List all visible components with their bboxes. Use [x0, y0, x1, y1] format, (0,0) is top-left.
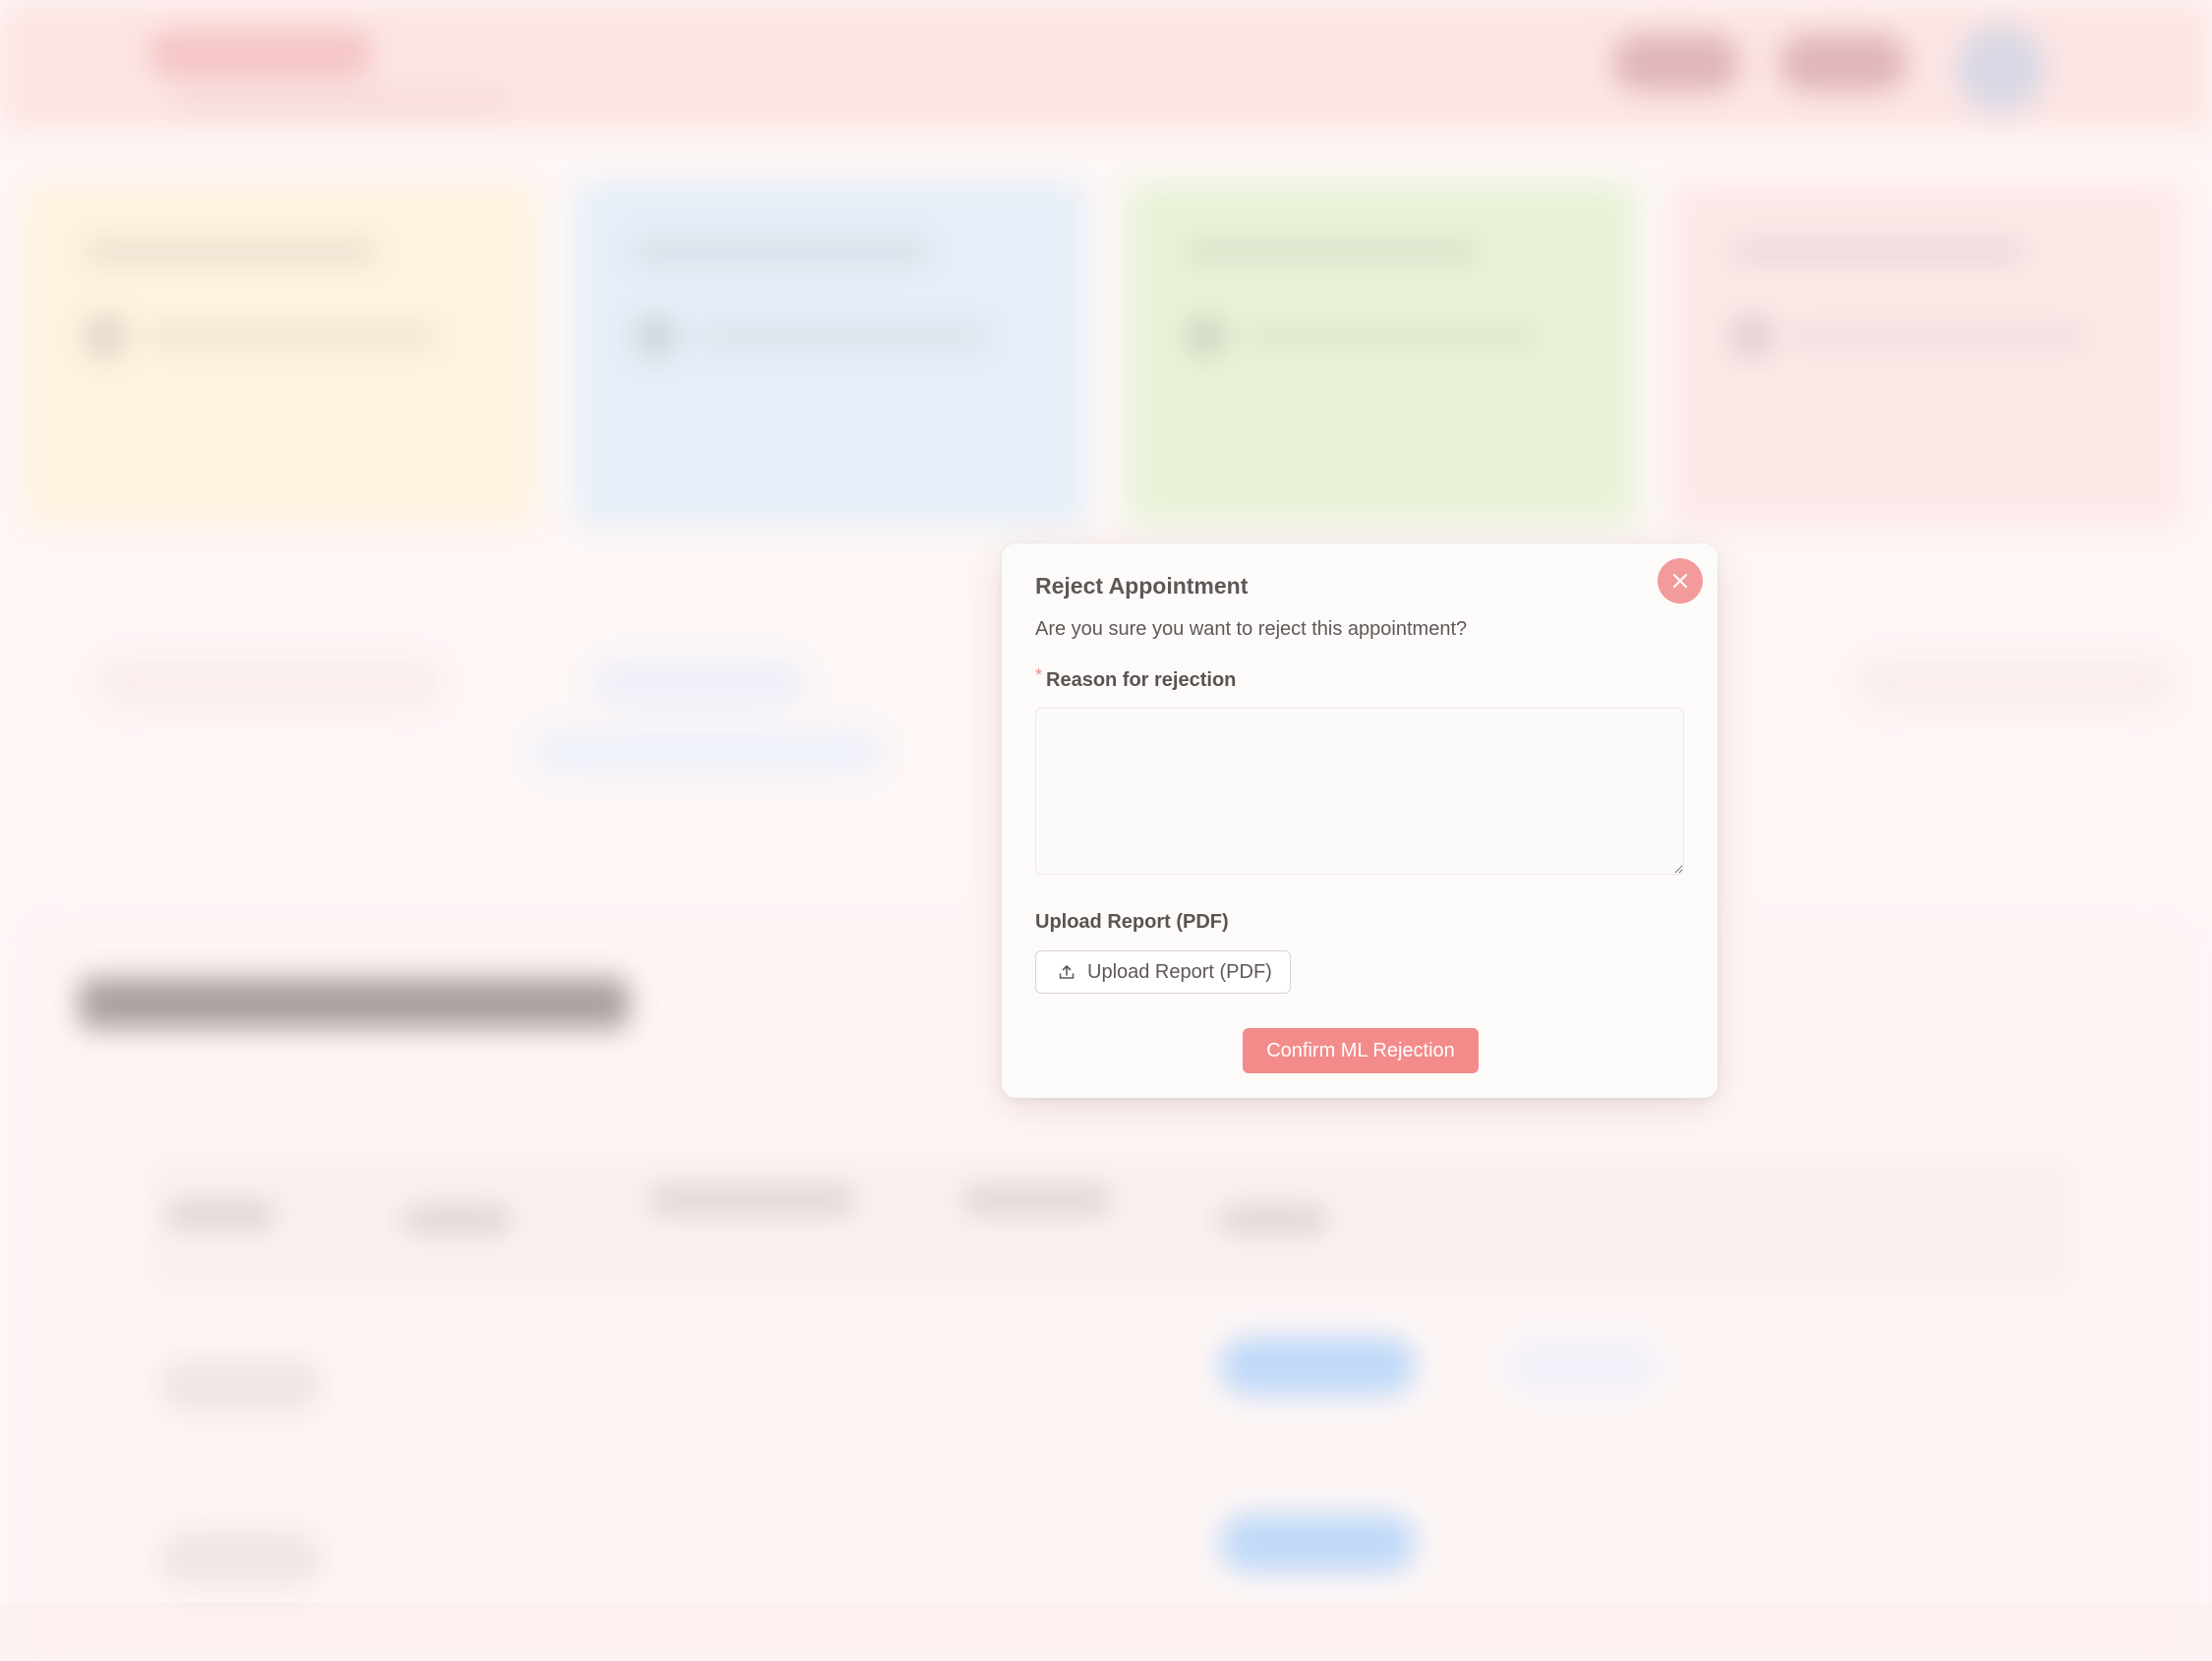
upload-button-label: Upload Report (PDF)	[1087, 960, 1272, 983]
required-marker: *	[1035, 665, 1043, 685]
reason-label: Reason for rejection	[1046, 669, 1237, 691]
upload-report-label: Upload Report (PDF)	[1035, 911, 1229, 933]
upload-report-button[interactable]: Upload Report (PDF)	[1035, 950, 1291, 994]
close-icon	[1672, 573, 1688, 589]
modal-subtitle: Are you sure you want to reject this app…	[1035, 618, 1468, 640]
upload-icon	[1059, 965, 1075, 979]
close-button[interactable]	[1658, 558, 1703, 603]
confirm-rejection-button[interactable]: Confirm ML Rejection	[1243, 1028, 1479, 1073]
reject-appointment-modal: Reject Appointment Are you sure you want…	[1002, 544, 1717, 1098]
reason-textarea[interactable]	[1035, 708, 1684, 875]
modal-title: Reject Appointment	[1035, 573, 1249, 599]
